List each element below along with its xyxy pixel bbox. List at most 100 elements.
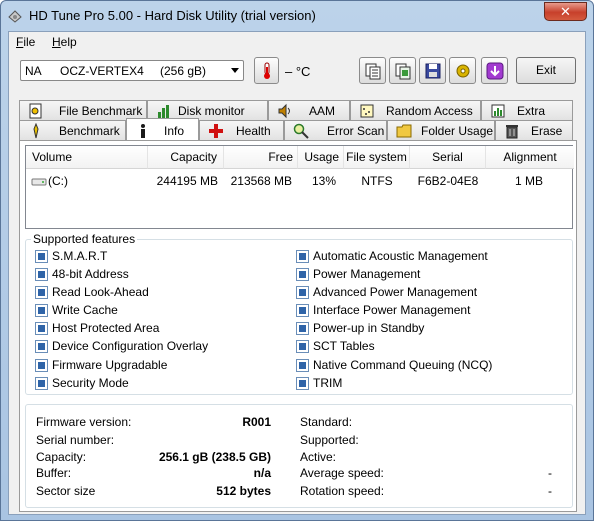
tab-extra-tests[interactable]: Extra tests	[481, 100, 573, 132]
tab-benchmark[interactable]: Benchmark	[19, 120, 126, 140]
checkbox	[35, 359, 48, 372]
menu-bar: File Help	[9, 32, 585, 52]
exit-button[interactable]: Exit	[516, 57, 576, 84]
standard-label: Standard:	[300, 415, 353, 429]
column-header[interactable]: Volume	[26, 146, 148, 169]
tab-erase[interactable]: Erase	[495, 120, 573, 140]
save-icon	[425, 63, 441, 79]
download-icon	[486, 62, 504, 80]
tab-health[interactable]: Health	[199, 120, 284, 140]
rotation-speed-value: -	[548, 484, 552, 498]
title-bar[interactable]: HD Tune Pro 5.00 - Hard Disk Utility (tr…	[1, 1, 593, 31]
app-icon	[8, 10, 22, 23]
drive-slot: NA	[25, 64, 42, 78]
copy-screenshot-icon	[395, 63, 411, 80]
volume-table: Volume Capacity Free Usage File system S…	[25, 145, 574, 229]
sector-size-label: Sector size	[36, 484, 96, 498]
copy-screenshot-button[interactable]	[389, 57, 416, 84]
drive-details-group: Firmware version: R001 Serial number: Ca…	[25, 404, 573, 508]
trash-icon	[506, 125, 518, 139]
checkbox	[296, 268, 309, 281]
health-icon	[209, 124, 223, 138]
thermometer-icon	[264, 62, 270, 79]
cell-serial: F6B2-04E8	[417, 174, 479, 188]
folder-icon	[396, 124, 412, 138]
drive-icon	[31, 178, 47, 186]
random-access-icon	[360, 104, 374, 118]
serial-number-label: Serial number:	[36, 433, 115, 447]
cell-alignment: 1 MB	[514, 174, 543, 188]
temperature-button[interactable]	[254, 57, 279, 84]
benchmark-icon	[33, 123, 39, 139]
checkbox	[296, 359, 309, 372]
checkbox	[35, 250, 48, 263]
checkbox	[296, 340, 309, 353]
speaker-icon	[278, 103, 290, 119]
cell-capacity: 244195 MB	[156, 174, 218, 188]
copy-text-button[interactable]	[359, 57, 386, 84]
tab-row-upper: File Benchmark Disk monitor AAM Random A…	[19, 100, 573, 132]
options-button[interactable]	[449, 57, 476, 84]
supported-features-title: Supported features	[31, 232, 138, 246]
tab-disk-monitor[interactable]: Disk monitor	[147, 100, 268, 120]
buffer-label: Buffer:	[36, 466, 72, 480]
cell-free: 213568 MB	[230, 174, 292, 188]
download-button[interactable]	[481, 57, 508, 84]
chevron-down-icon	[231, 68, 239, 73]
info-icon	[141, 124, 145, 138]
disk-monitor-icon	[158, 105, 169, 118]
tab-folder-usage[interactable]: Folder Usage	[387, 120, 495, 140]
copy-text-icon	[365, 63, 381, 80]
firmware-version-label: Firmware version:	[36, 415, 132, 429]
column-header[interactable]: Alignment	[486, 146, 574, 169]
checkbox	[35, 322, 48, 335]
save-button[interactable]	[419, 57, 446, 84]
checkbox	[35, 340, 48, 353]
menu-file[interactable]: File	[16, 35, 35, 49]
checkbox	[35, 304, 48, 317]
checkbox	[296, 304, 309, 317]
tab-random-access[interactable]: Random Access	[350, 100, 481, 120]
magnifier-icon	[293, 123, 309, 139]
column-header[interactable]: File system	[344, 146, 410, 169]
drive-size: (256 gB)	[160, 64, 207, 78]
firmware-version-value: R001	[242, 415, 271, 429]
temperature-readout: – °C	[285, 64, 311, 79]
average-speed-label: Average speed:	[300, 466, 384, 480]
cell-filesystem: NTFS	[361, 174, 393, 188]
checkbox	[296, 250, 309, 263]
checkbox	[296, 322, 309, 335]
drive-model: OCZ-VERTEX4	[60, 64, 144, 78]
file-benchmark-icon	[29, 103, 42, 119]
tab-error-scan[interactable]: Error Scan	[284, 120, 387, 140]
extra-tests-icon	[491, 104, 505, 118]
rotation-speed-label: Rotation speed:	[300, 484, 385, 498]
app-window: HD Tune Pro 5.00 - Hard Disk Utility (tr…	[0, 0, 594, 521]
active-label: Active:	[300, 450, 337, 464]
column-header[interactable]: Capacity	[148, 146, 224, 169]
drive-select[interactable]: NA OCZ-VERTEX4 (256 gB)	[20, 60, 244, 81]
average-speed-value: -	[548, 466, 552, 480]
supported-features-group: Supported features S.M.A.R.T 48-bit Addr…	[25, 232, 573, 395]
column-header[interactable]: Usage	[298, 146, 344, 169]
menu-help[interactable]: Help	[52, 35, 77, 49]
tab-row-lower: Benchmark Info Health Error Scan Folder …	[19, 118, 573, 140]
cell-volume: (C:)	[48, 174, 68, 188]
cell-usage: 13%	[311, 174, 336, 188]
checkbox	[296, 286, 309, 299]
info-panel: Volume Capacity Free Usage File system S…	[19, 140, 577, 512]
checkbox	[35, 377, 48, 390]
close-button[interactable]: ✕	[544, 2, 587, 21]
tab-info[interactable]: Info	[126, 118, 199, 140]
buffer-value: n/a	[253, 466, 271, 480]
tab-file-benchmark[interactable]: File Benchmark	[19, 100, 147, 120]
checkbox	[35, 268, 48, 281]
column-header[interactable]: Free	[224, 146, 298, 169]
tab-aam[interactable]: AAM	[268, 100, 350, 120]
column-header[interactable]: Serial	[410, 146, 486, 169]
client-area: File Help NA OCZ-VERTEX4 (256 gB) – °C E…	[8, 31, 586, 515]
supported-label: Supported:	[300, 433, 359, 447]
window-title: HD Tune Pro 5.00 - Hard Disk Utility (tr…	[29, 8, 316, 23]
capacity-label: Capacity:	[36, 450, 87, 464]
capacity-value: 256.1 gB (238.5 GB)	[158, 450, 271, 464]
